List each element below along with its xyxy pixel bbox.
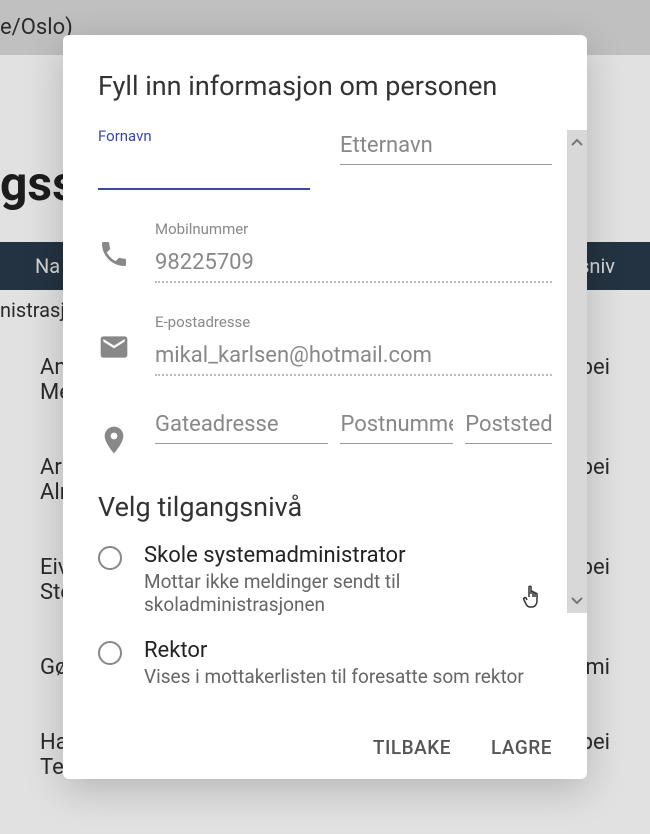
radio-rektor-title: Rektor	[144, 638, 524, 663]
phone-icon	[98, 238, 130, 270]
radio-sysadmin-title: Skole systemadministrator	[144, 543, 552, 568]
fornavn-input[interactable]	[98, 151, 310, 190]
email-icon	[98, 331, 130, 363]
save-button[interactable]: LAGRE	[491, 736, 552, 759]
fornavn-label: Fornavn	[98, 127, 310, 145]
email-label: E-postadresse	[155, 313, 552, 331]
mobile-label: Mobilnummer	[155, 220, 552, 238]
street-input[interactable]	[155, 406, 328, 444]
modal-title: Fyll inn informasjon om personen	[98, 70, 552, 102]
access-level-title: Velg tilgangsnivå	[98, 491, 552, 523]
etternavn-input[interactable]	[340, 127, 552, 165]
location-icon	[98, 424, 130, 456]
back-button[interactable]: TILBAKE	[373, 736, 451, 759]
radio-option-rektor[interactable]: Rektor Vises i mottakerlisten til foresa…	[98, 638, 552, 688]
radio-circle[interactable]	[98, 641, 122, 665]
scrollbar[interactable]	[567, 130, 587, 613]
postcode-input[interactable]	[340, 406, 453, 444]
modal-overlay: Fyll inn informasjon om personen Fornavn…	[0, 0, 650, 834]
radio-option-sysadmin[interactable]: Skole systemadministrator Mottar ikke me…	[98, 543, 552, 616]
city-input[interactable]	[465, 406, 552, 444]
modal-action-bar: TILBAKE LAGRE	[63, 720, 587, 779]
radio-sysadmin-desc: Mottar ikke meldinger sendt til skoladmi…	[144, 570, 552, 616]
radio-circle[interactable]	[98, 546, 122, 570]
chevron-down-icon[interactable]	[571, 593, 583, 609]
email-input[interactable]	[155, 337, 552, 376]
person-info-modal: Fyll inn informasjon om personen Fornavn…	[63, 35, 587, 779]
mobile-input[interactable]	[155, 244, 552, 283]
radio-rektor-desc: Vises i mottakerlisten til foresatte som…	[144, 665, 524, 688]
chevron-up-icon[interactable]	[571, 134, 583, 150]
